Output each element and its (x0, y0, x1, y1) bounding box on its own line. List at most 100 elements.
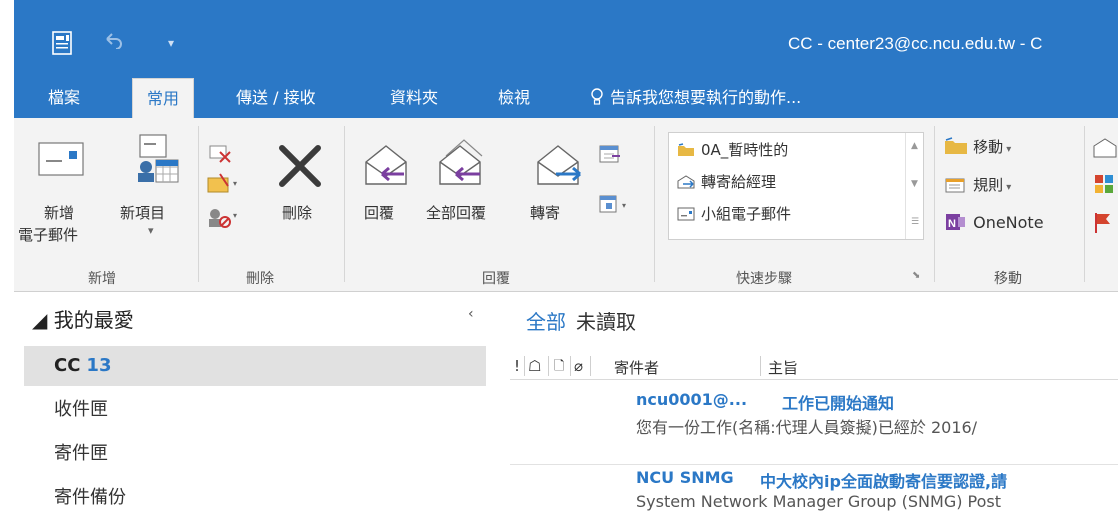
delete-icon[interactable] (276, 142, 324, 190)
quick-step-item[interactable]: 0A_暫時性的 (677, 139, 788, 165)
message-sender: NCU SNMG (636, 468, 734, 487)
collapse-pane-icon[interactable]: ‹ (468, 306, 474, 322)
title-bar: ▾ CC - center23@cc.ncu.edu.tw - C (0, 0, 1118, 78)
new-email-icon[interactable] (38, 142, 84, 176)
follow-up-flag-icon[interactable] (1094, 212, 1112, 234)
junk-icon[interactable]: ▾ (206, 206, 240, 230)
reply-icon[interactable] (360, 138, 412, 190)
folder-name: CC (54, 355, 81, 376)
reply-all-icon[interactable] (434, 134, 490, 190)
tab-send-receive[interactable]: 傳送 / 接收 (236, 78, 316, 118)
filter-all[interactable]: 全部 (526, 310, 566, 334)
folder-item-outbox[interactable]: 寄件匣 (24, 434, 486, 474)
group-separator (1084, 126, 1085, 282)
move-button[interactable]: 移動 ▾ (944, 136, 1011, 157)
column-divider (524, 356, 525, 376)
new-items-label[interactable]: 新項目 (120, 202, 165, 223)
tab-file[interactable]: 檔案 (48, 78, 80, 118)
ignore-icon[interactable] (206, 138, 236, 168)
ribbon-tabs: 檔案 常用 傳送 / 接收 資料夾 檢視 告訴我您想要執行的動作... (14, 78, 1118, 118)
lightbulb-icon (591, 88, 603, 105)
folder-name: 寄件備份 (54, 487, 126, 508)
group-separator (934, 126, 935, 282)
list-item[interactable]: NCU SNMG 中大校內ip全面啟動寄信要認證,請 System Networ… (636, 468, 1118, 528)
forward-icon[interactable] (532, 138, 584, 190)
folder-item-sent[interactable]: 寄件備份 (24, 478, 486, 518)
categorize-icon[interactable] (1094, 174, 1114, 194)
folder-name: 收件匣 (54, 399, 108, 420)
quick-step-item[interactable]: 小組電子郵件 (677, 203, 791, 229)
new-items-dropdown[interactable]: ▾ (148, 224, 154, 237)
qat-customize-dropdown[interactable]: ▾ (168, 36, 174, 50)
svg-text:▾: ▾ (233, 179, 237, 188)
reply-label[interactable]: 回覆 (364, 202, 394, 223)
new-email-label-2[interactable]: 電子郵件 (18, 224, 78, 245)
new-items-icon[interactable] (130, 134, 182, 184)
subject-column[interactable]: 主旨 (768, 357, 798, 378)
outlook-app-icon[interactable] (50, 30, 76, 56)
column-divider (548, 356, 549, 376)
forward-to-manager-icon (677, 175, 695, 189)
tab-view[interactable]: 檢視 (498, 78, 530, 118)
quick-step-label: 小組電子郵件 (701, 205, 792, 223)
unread-read-icon[interactable] (1092, 138, 1118, 158)
folder-item-inbox[interactable]: 收件匣 (24, 390, 486, 430)
message-sender: ncu0001@... (636, 390, 748, 409)
from-column[interactable]: 寄件者 (614, 357, 659, 378)
item-icon-column-icon[interactable]: 🗋 (554, 357, 564, 379)
group-label-new: 新增 (88, 271, 116, 287)
group-label-quick-steps: 快速步驟 (736, 271, 792, 287)
forward-label[interactable]: 轉寄 (530, 202, 560, 223)
attachment-column-icon[interactable]: ⌀ (574, 357, 583, 375)
folder-move-icon (678, 143, 694, 156)
delete-label[interactable]: 刪除 (282, 202, 312, 223)
undo-icon[interactable] (103, 31, 125, 49)
message-subject: 中大校內ip全面啟動寄信要認證,請 (760, 472, 1008, 491)
tell-me-search[interactable]: 告訴我您想要執行的動作... (590, 78, 801, 118)
message-preview: 您有一份工作(名稱:代理人員簽擬)已經於 2016/ (636, 418, 978, 437)
svg-text:N: N (948, 218, 956, 230)
message-list: 全部 未讀取 ! ☖ 🗋 ⌀ 寄件者 主旨 ncu0001@... 工作已開始通知… (496, 292, 1118, 529)
column-divider (570, 356, 571, 376)
reply-all-label[interactable]: 全部回覆 (426, 202, 486, 223)
reminder-column-icon[interactable]: ☖ (528, 357, 541, 375)
rules-label: 規則 (973, 176, 1004, 194)
gallery-more-icon[interactable]: ☰ (911, 217, 919, 227)
svg-text:▾: ▾ (233, 211, 237, 220)
column-divider (590, 356, 591, 376)
dialog-launcher-icon[interactable]: ⬊ (912, 270, 920, 281)
ribbon: 新增 電子郵件 新項目 ▾ 新增 ▾ ▾ 刪除 刪除 回覆 全部回覆 轉寄 ▾ … (14, 118, 1118, 292)
quick-step-item[interactable]: 轉寄給經理 (677, 171, 776, 197)
window-title: CC - center23@cc.ncu.edu.tw - C (788, 34, 1043, 53)
new-email-label-1[interactable]: 新增 (44, 202, 74, 223)
group-label-respond: 回覆 (482, 271, 510, 287)
folder-item-cc[interactable]: CC 13 (24, 346, 486, 386)
more-respond-icon[interactable]: ▾ (598, 194, 632, 216)
meeting-reply-icon[interactable] (598, 144, 622, 166)
list-filters: 全部 未讀取 (526, 306, 636, 335)
list-item[interactable]: ncu0001@... 工作已開始通知 您有一份工作(名稱:代理人員簽擬)已經於… (636, 390, 1118, 450)
quick-steps-scrollbar[interactable]: ▲ ▼ ☰ (905, 133, 923, 239)
cleanup-icon[interactable]: ▾ (206, 172, 240, 198)
scroll-up-icon[interactable]: ▲ (911, 141, 918, 151)
svg-text:▾: ▾ (622, 201, 626, 210)
folder-move-icon (945, 137, 967, 154)
onenote-button[interactable]: N OneNote (944, 212, 1044, 232)
tab-home[interactable]: 常用 (132, 78, 195, 118)
tab-folder[interactable]: 資料夾 (390, 78, 438, 118)
importance-column[interactable]: ! (514, 357, 520, 375)
onenote-label: OneNote (973, 213, 1044, 232)
quick-steps-gallery[interactable]: 0A_暫時性的 轉寄給經理 小組電子郵件 ▲ ▼ ☰ (668, 132, 924, 240)
move-label: 移動 (973, 138, 1004, 156)
tell-me-label: 告訴我您想要執行的動作... (610, 88, 802, 107)
filter-unread[interactable]: 未讀取 (576, 310, 636, 334)
message-subject: 工作已開始通知 (782, 394, 895, 413)
rules-button[interactable]: 規則 ▾ (944, 174, 1011, 195)
scroll-down-icon[interactable]: ▼ (911, 179, 918, 189)
favorites-header[interactable]: ◢ 我的最愛 (32, 304, 134, 333)
group-separator (198, 126, 199, 282)
message-separator (510, 464, 1118, 465)
team-email-icon (677, 207, 695, 221)
folder-name: 寄件匣 (54, 443, 108, 464)
onenote-icon: N (946, 214, 965, 230)
